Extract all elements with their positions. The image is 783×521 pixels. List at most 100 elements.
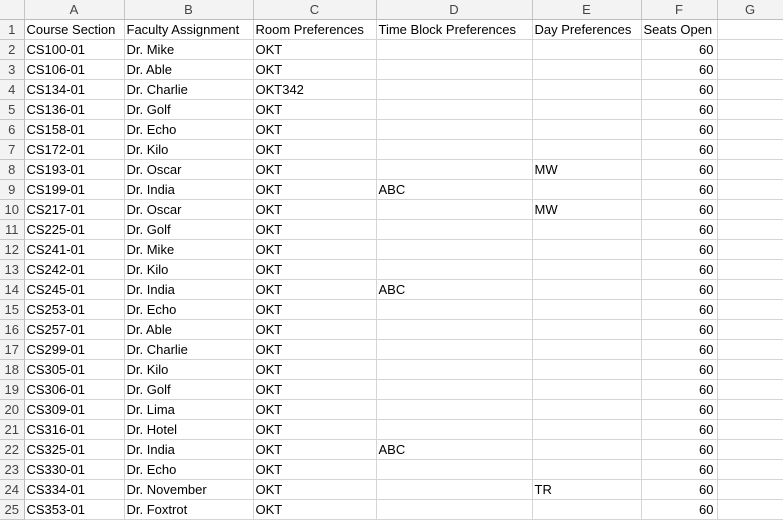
- cell-c[interactable]: OKT: [253, 39, 377, 60]
- cell-g[interactable]: [717, 239, 783, 260]
- cell-d[interactable]: [376, 219, 533, 240]
- cell-f[interactable]: 60: [641, 219, 718, 240]
- cell-f[interactable]: 60: [641, 459, 718, 480]
- cell-d[interactable]: [376, 379, 533, 400]
- cell-g[interactable]: [717, 59, 783, 80]
- row-header[interactable]: 2: [0, 39, 25, 60]
- select-all-corner[interactable]: [0, 0, 25, 20]
- cell-f[interactable]: 60: [641, 379, 718, 400]
- cell-b[interactable]: Dr. Echo: [124, 299, 254, 320]
- cell-a[interactable]: CS330-01: [24, 459, 125, 480]
- cell-c[interactable]: OKT: [253, 179, 377, 200]
- cell-e[interactable]: [532, 59, 642, 80]
- cell-a[interactable]: CS245-01: [24, 279, 125, 300]
- cell-e[interactable]: [532, 99, 642, 120]
- cell-g[interactable]: [717, 359, 783, 380]
- cell-a[interactable]: CS253-01: [24, 299, 125, 320]
- cell-f[interactable]: 60: [641, 239, 718, 260]
- cell-c[interactable]: OKT: [253, 139, 377, 160]
- cell-f1[interactable]: Seats Open: [641, 19, 718, 40]
- cell-g[interactable]: [717, 279, 783, 300]
- cell-a[interactable]: CS172-01: [24, 139, 125, 160]
- cell-c[interactable]: OKT: [253, 279, 377, 300]
- row-header[interactable]: 9: [0, 179, 25, 200]
- cell-a[interactable]: CS134-01: [24, 79, 125, 100]
- cell-d[interactable]: ABC: [376, 439, 533, 460]
- cell-e[interactable]: [532, 359, 642, 380]
- cell-c[interactable]: OKT: [253, 359, 377, 380]
- cell-c[interactable]: OKT: [253, 259, 377, 280]
- cell-b[interactable]: Dr. Charlie: [124, 79, 254, 100]
- cell-b[interactable]: Dr. Kilo: [124, 359, 254, 380]
- cell-e[interactable]: [532, 239, 642, 260]
- row-header[interactable]: 21: [0, 419, 25, 440]
- cell-d1[interactable]: Time Block Preferences: [376, 19, 533, 40]
- cell-b[interactable]: Dr. November: [124, 479, 254, 500]
- cell-c[interactable]: OKT: [253, 199, 377, 220]
- cell-e[interactable]: [532, 139, 642, 160]
- cell-c[interactable]: OKT: [253, 479, 377, 500]
- cell-e[interactable]: [532, 339, 642, 360]
- cell-g[interactable]: [717, 139, 783, 160]
- cell-c[interactable]: OKT: [253, 439, 377, 460]
- cell-a[interactable]: CS316-01: [24, 419, 125, 440]
- column-header-f[interactable]: F: [641, 0, 718, 20]
- cell-d[interactable]: [376, 499, 533, 520]
- cell-a[interactable]: CS217-01: [24, 199, 125, 220]
- cell-a[interactable]: CS106-01: [24, 59, 125, 80]
- cell-c[interactable]: OKT: [253, 219, 377, 240]
- cell-g[interactable]: [717, 39, 783, 60]
- row-header[interactable]: 15: [0, 299, 25, 320]
- cell-b[interactable]: Dr. Kilo: [124, 139, 254, 160]
- cell-g[interactable]: [717, 259, 783, 280]
- cell-d[interactable]: [376, 459, 533, 480]
- cell-a1[interactable]: Course Section: [24, 19, 125, 40]
- row-header[interactable]: 3: [0, 59, 25, 80]
- cell-b[interactable]: Dr. Able: [124, 319, 254, 340]
- cell-b[interactable]: Dr. Golf: [124, 379, 254, 400]
- row-header[interactable]: 7: [0, 139, 25, 160]
- cell-d[interactable]: [376, 159, 533, 180]
- cell-a[interactable]: CS158-01: [24, 119, 125, 140]
- cell-f[interactable]: 60: [641, 339, 718, 360]
- row-header[interactable]: 22: [0, 439, 25, 460]
- cell-g[interactable]: [717, 299, 783, 320]
- cell-g[interactable]: [717, 199, 783, 220]
- row-header[interactable]: 20: [0, 399, 25, 420]
- cell-b[interactable]: Dr. Able: [124, 59, 254, 80]
- cell-b[interactable]: Dr. India: [124, 279, 254, 300]
- cell-d[interactable]: [376, 59, 533, 80]
- cell-c[interactable]: OKT: [253, 379, 377, 400]
- cell-e[interactable]: [532, 439, 642, 460]
- cell-c[interactable]: OKT: [253, 239, 377, 260]
- cell-f[interactable]: 60: [641, 399, 718, 420]
- cell-f[interactable]: 60: [641, 299, 718, 320]
- cell-a[interactable]: CS225-01: [24, 219, 125, 240]
- cell-b[interactable]: Dr. Kilo: [124, 259, 254, 280]
- cell-c[interactable]: OKT: [253, 419, 377, 440]
- cell-d[interactable]: [376, 79, 533, 100]
- row-header[interactable]: 4: [0, 79, 25, 100]
- cell-d[interactable]: [376, 139, 533, 160]
- cell-b[interactable]: Dr. Oscar: [124, 159, 254, 180]
- cell-d[interactable]: [376, 339, 533, 360]
- cell-e[interactable]: [532, 279, 642, 300]
- cell-d[interactable]: [376, 239, 533, 260]
- cell-b[interactable]: Dr. Golf: [124, 99, 254, 120]
- cell-g[interactable]: [717, 479, 783, 500]
- cell-c1[interactable]: Room Preferences: [253, 19, 377, 40]
- cell-a[interactable]: CS193-01: [24, 159, 125, 180]
- column-header-b[interactable]: B: [124, 0, 254, 20]
- cell-g[interactable]: [717, 499, 783, 520]
- cell-f[interactable]: 60: [641, 79, 718, 100]
- cell-g[interactable]: [717, 419, 783, 440]
- cell-a[interactable]: CS309-01: [24, 399, 125, 420]
- cell-e[interactable]: [532, 459, 642, 480]
- cell-b[interactable]: Dr. Golf: [124, 219, 254, 240]
- cell-e[interactable]: MW: [532, 159, 642, 180]
- cell-c[interactable]: OKT: [253, 339, 377, 360]
- row-header[interactable]: 6: [0, 119, 25, 140]
- cell-a[interactable]: CS334-01: [24, 479, 125, 500]
- cell-e[interactable]: [532, 119, 642, 140]
- cell-a[interactable]: CS257-01: [24, 319, 125, 340]
